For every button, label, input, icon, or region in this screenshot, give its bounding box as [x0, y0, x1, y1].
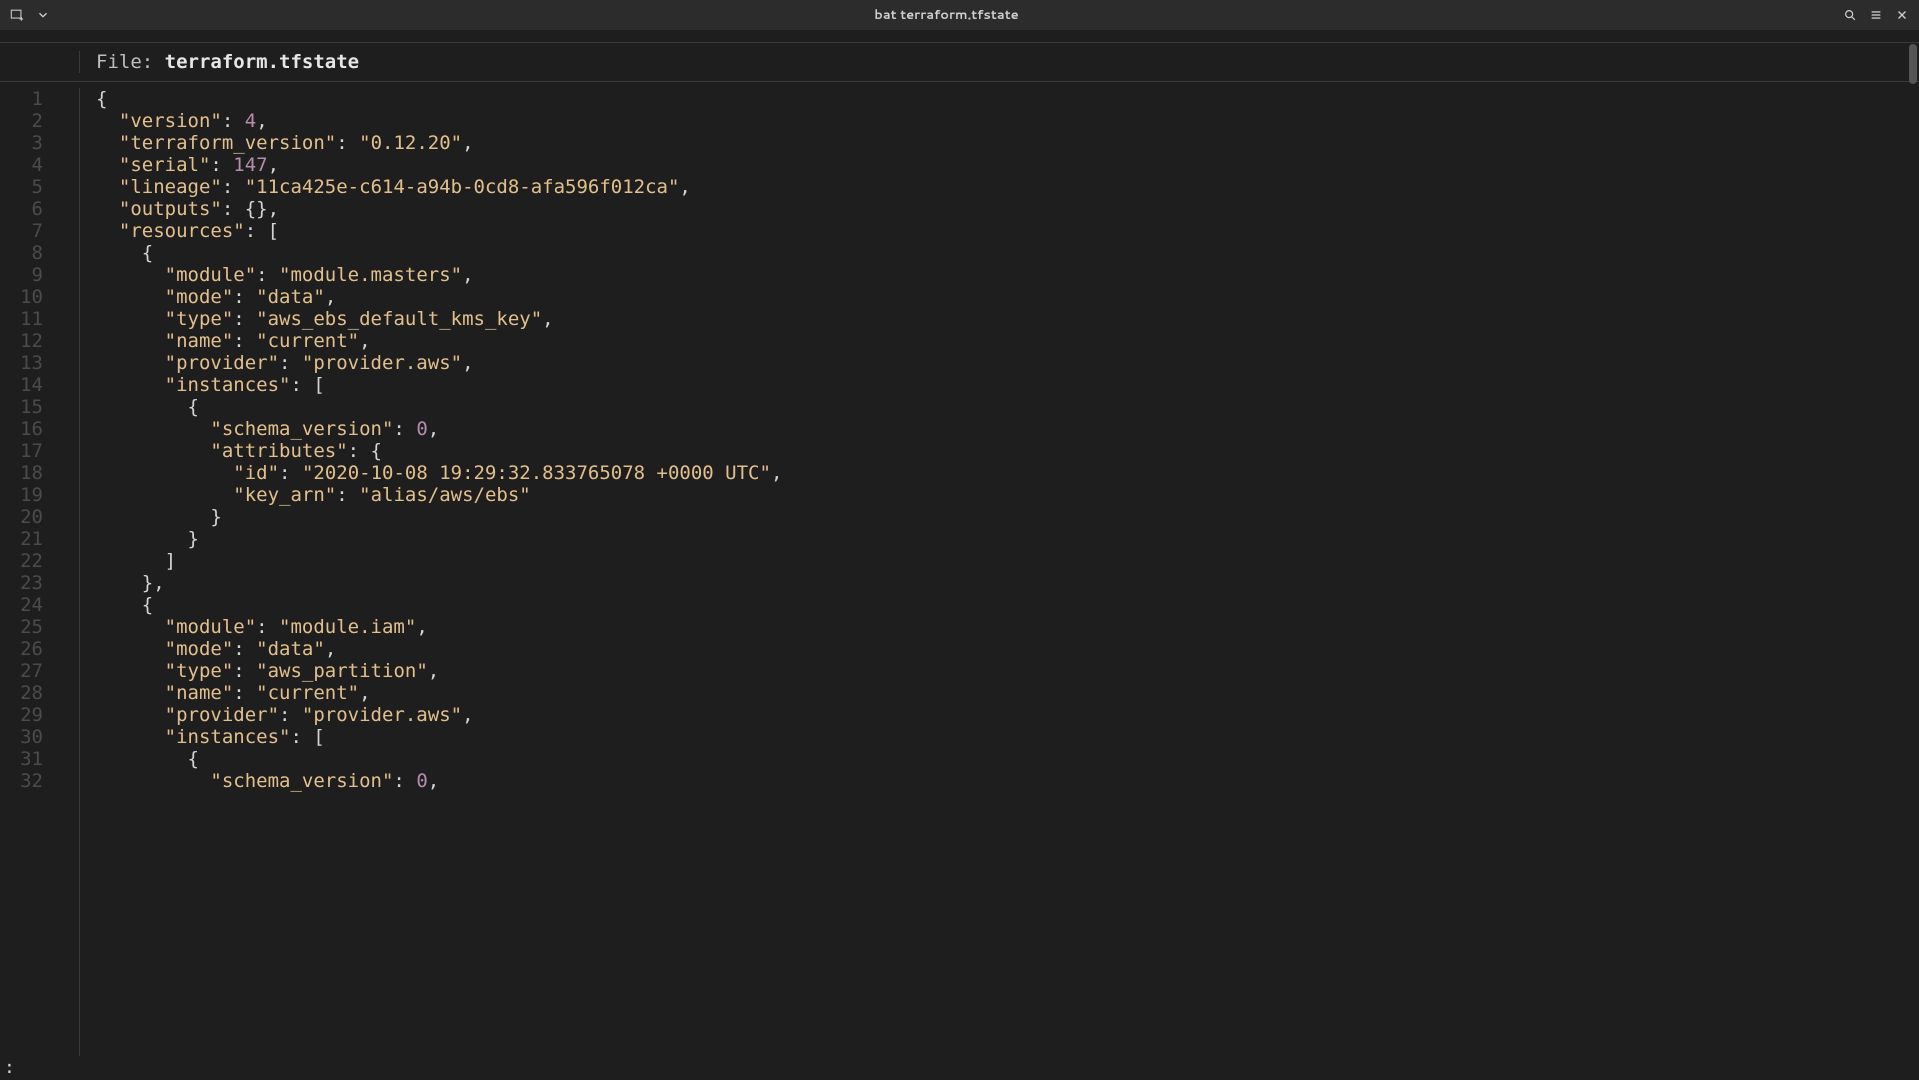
line-number: 23: [0, 572, 43, 594]
line-number: 8: [0, 242, 43, 264]
file-header: File: terraform.tfstate: [0, 42, 1919, 82]
line-number: 17: [0, 440, 43, 462]
menu-button[interactable]: [1865, 4, 1887, 26]
line-number: 32: [0, 770, 43, 792]
line-number: 20: [0, 506, 43, 528]
pager-status-line[interactable]: :: [0, 1056, 1919, 1078]
line-number: 14: [0, 374, 43, 396]
code-content: { "version": 4, "terraform_version": "0.…: [80, 88, 782, 1056]
code-line: "version": 4,: [96, 110, 782, 132]
close-icon: [1895, 8, 1909, 22]
search-button[interactable]: [1839, 4, 1861, 26]
code-line: "serial": 147,: [96, 154, 782, 176]
code-line: "provider": "provider.aws",: [96, 352, 782, 374]
code-line: "instances": [: [96, 374, 782, 396]
chevron-down-icon: [36, 8, 50, 22]
code-line: },: [96, 572, 782, 594]
vertical-scrollbar[interactable]: [1909, 44, 1917, 84]
file-header-filename: terraform.tfstate: [165, 51, 359, 73]
line-number: 12: [0, 330, 43, 352]
line-number: 19: [0, 484, 43, 506]
new-tab-button[interactable]: [6, 4, 28, 26]
code-line: "provider": "provider.aws",: [96, 704, 782, 726]
tab-dropdown-button[interactable]: [32, 4, 54, 26]
titlebar-separator: [0, 30, 1919, 42]
line-number: 27: [0, 660, 43, 682]
line-number: 13: [0, 352, 43, 374]
search-icon: [1843, 8, 1857, 22]
code-line: "mode": "data",: [96, 286, 782, 308]
line-number: 22: [0, 550, 43, 572]
code-line: "module": "module.iam",: [96, 616, 782, 638]
line-number: 18: [0, 462, 43, 484]
line-number: 9: [0, 264, 43, 286]
line-number: 2: [0, 110, 43, 132]
code-line: {: [96, 88, 782, 110]
code-line: "instances": [: [96, 726, 782, 748]
code-line: "schema_version": 0,: [96, 770, 782, 792]
file-header-prefix: File:: [96, 51, 165, 73]
close-window-button[interactable]: [1891, 4, 1913, 26]
code-line: "key_arn": "alias/aws/ebs": [96, 484, 782, 506]
line-number: 5: [0, 176, 43, 198]
code-line: "name": "current",: [96, 330, 782, 352]
line-number: 25: [0, 616, 43, 638]
window-titlebar: bat terraform.tfstate: [0, 0, 1919, 30]
code-line: "terraform_version": "0.12.20",: [96, 132, 782, 154]
code-line: "id": "2020-10-08 19:29:32.833765078 +00…: [96, 462, 782, 484]
line-number: 4: [0, 154, 43, 176]
code-line: {: [96, 396, 782, 418]
line-number: 30: [0, 726, 43, 748]
code-line: }: [96, 528, 782, 550]
line-number: 10: [0, 286, 43, 308]
window-title: bat terraform.tfstate: [54, 6, 1839, 24]
pager-prompt: :: [4, 1057, 15, 1078]
code-viewport[interactable]: 1234567891011121314151617181920212223242…: [0, 82, 1919, 1056]
code-line: {: [96, 748, 782, 770]
code-line: "module": "module.masters",: [96, 264, 782, 286]
line-number: 15: [0, 396, 43, 418]
line-number-gutter: 1234567891011121314151617181920212223242…: [0, 88, 80, 1056]
code-line: {: [96, 242, 782, 264]
code-line: ]: [96, 550, 782, 572]
code-line: "attributes": {: [96, 440, 782, 462]
code-line: "type": "aws_ebs_default_kms_key",: [96, 308, 782, 330]
line-number: 21: [0, 528, 43, 550]
line-number: 28: [0, 682, 43, 704]
line-number: 16: [0, 418, 43, 440]
code-line: "schema_version": 0,: [96, 418, 782, 440]
code-line: }: [96, 506, 782, 528]
line-number: 29: [0, 704, 43, 726]
line-number: 26: [0, 638, 43, 660]
line-number: 3: [0, 132, 43, 154]
code-line: "name": "current",: [96, 682, 782, 704]
line-number: 6: [0, 198, 43, 220]
line-number: 1: [0, 88, 43, 110]
line-number: 31: [0, 748, 43, 770]
hamburger-icon: [1869, 8, 1883, 22]
code-line: "mode": "data",: [96, 638, 782, 660]
code-line: {: [96, 594, 782, 616]
code-line: "resources": [: [96, 220, 782, 242]
line-number: 24: [0, 594, 43, 616]
line-number: 11: [0, 308, 43, 330]
code-line: "type": "aws_partition",: [96, 660, 782, 682]
code-line: "lineage": "11ca425e-c614-a94b-0cd8-afa5…: [96, 176, 782, 198]
line-number: 7: [0, 220, 43, 242]
code-line: "outputs": {},: [96, 198, 782, 220]
terminal-plus-icon: [10, 8, 24, 22]
